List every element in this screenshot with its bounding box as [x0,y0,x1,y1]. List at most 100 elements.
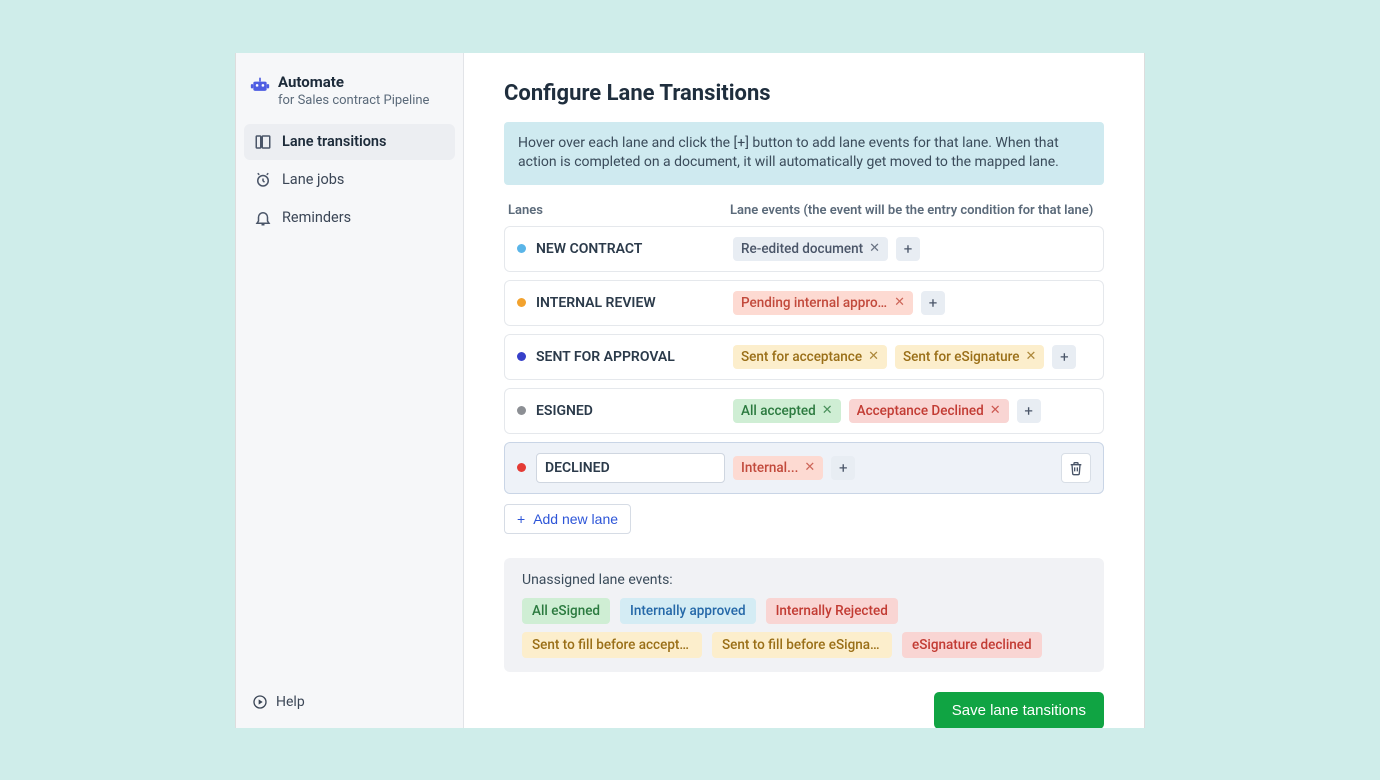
sidebar-item-lane-jobs[interactable]: Lane jobs [244,162,455,198]
lane-name: INTERNAL REVIEW [536,291,725,315]
remove-chip-icon[interactable]: ✕ [804,460,815,475]
unassigned-event-chip[interactable]: Sent to fill before eSignature [712,632,892,658]
event-chip-label: Sent for eSignature [903,349,1020,365]
lane-name-wrap: ESIGNED [517,399,725,423]
lane-color-dot [517,463,526,472]
event-chip[interactable]: Sent for acceptance ✕ [733,345,887,369]
unassigned-event-chip[interactable]: eSignature declined [902,632,1042,658]
event-chip-label: Acceptance Declined [857,403,984,419]
event-chip[interactable]: All accepted ✕ [733,399,841,423]
help-link[interactable]: Help [244,688,455,716]
lane-row[interactable]: INTERNAL REVIEW Pending internal approval… [504,280,1104,326]
sidebar-item-reminders[interactable]: Reminders [244,200,455,236]
plus-icon: + [517,511,525,527]
add-event-button[interactable]: + [1052,345,1076,369]
lane-row[interactable]: DECLINED Internal... ✕ + [504,442,1104,494]
unassigned-event-label: Internally approved [630,603,746,619]
lane-name: ESIGNED [536,399,725,423]
lane-color-dot [517,352,526,361]
unassigned-event-chip[interactable]: Internally Rejected [766,598,898,624]
lane-color-dot [517,244,526,253]
lane-events: Pending internal approval ✕ + [733,291,1091,315]
lane-row[interactable]: NEW CONTRACT Re-edited document ✕ + [504,226,1104,272]
add-lane-label: Add new lane [533,511,618,527]
event-chip[interactable]: Pending internal approval ✕ [733,291,913,315]
add-event-button[interactable]: + [921,291,945,315]
unassigned-event-chip[interactable]: Internally approved [620,598,756,624]
lane-name: NEW CONTRACT [536,237,725,261]
unassigned-chip-list: All eSigned Internally approved Internally… [522,598,1086,658]
lane-color-dot [517,298,526,307]
sidebar-item-label: Lane transitions [282,133,386,150]
lane-color-dot [517,406,526,415]
delete-lane-button[interactable] [1061,453,1091,483]
add-event-button[interactable]: + [831,456,855,480]
col-header-lanes: Lanes [508,203,730,218]
unassigned-event-label: All eSigned [532,603,600,619]
brand-subtitle: for Sales contract Pipeline [278,93,429,108]
remove-chip-icon[interactable]: ✕ [822,403,833,418]
remove-chip-icon[interactable]: ✕ [1025,349,1036,364]
col-header-events: Lane events (the event will be the entry… [730,203,1100,218]
event-chip[interactable]: Sent for eSignature ✕ [895,345,1044,369]
unassigned-title: Unassigned lane events: [522,572,1086,588]
lane-name: SENT FOR APPROVAL [536,345,725,369]
lane-name[interactable]: DECLINED [536,453,725,483]
brand-text: Automate for Sales contract Pipeline [278,73,429,108]
lanes-list: NEW CONTRACTRe-edited document✕+INTERNAL… [504,226,1104,494]
event-chip-label: Re-edited document [741,241,863,257]
event-chip-label: Sent for acceptance [741,349,862,365]
brand-title: Automate [278,73,429,91]
trash-icon [1068,460,1084,476]
unassigned-event-chip[interactable]: Sent to fill before acceptance [522,632,702,658]
remove-chip-icon[interactable]: ✕ [990,403,1001,418]
save-button[interactable]: Save lane tansitions [934,692,1104,728]
unassigned-event-chip[interactable]: All eSigned [522,598,610,624]
sidebar: Automate for Sales contract Pipeline Lan… [236,53,464,728]
robot-icon [250,75,270,95]
footer-actions: Save lane tansitions [504,672,1104,728]
lane-name-wrap: NEW CONTRACT [517,237,725,261]
remove-chip-icon[interactable]: ✕ [869,241,880,256]
lane-events: Internal... ✕ + [733,456,1053,480]
bell-icon [254,209,272,227]
event-chip-label: Internal... [741,460,798,476]
add-lane-button[interactable]: + Add new lane [504,504,631,534]
add-event-button[interactable]: + [1017,399,1041,423]
help-label: Help [276,694,305,710]
lanes-icon [254,133,272,151]
play-circle-icon [252,694,268,710]
event-chip[interactable]: Internal... ✕ [733,456,823,480]
lane-name-wrap: SENT FOR APPROVAL [517,345,725,369]
event-chip-label: Pending internal approval [741,295,888,311]
sidebar-item-lane-transitions[interactable]: Lane transitions [244,124,455,160]
lane-name-wrap: INTERNAL REVIEW [517,291,725,315]
event-chip[interactable]: Re-edited document ✕ [733,237,888,261]
add-event-button[interactable]: + [896,237,920,261]
unassigned-event-label: Internally Rejected [776,603,888,619]
unassigned-event-label: eSignature declined [912,637,1032,653]
lane-row[interactable]: SENT FOR APPROVALSent for acceptance✕Sen… [504,334,1104,380]
main-panel: Configure Lane Transitions Hover over ea… [464,53,1144,728]
lane-row[interactable]: ESIGNED All accepted ✕ Acceptance Declined ✕… [504,388,1104,434]
unassigned-panel: Unassigned lane events: All eSigned Inter… [504,558,1104,672]
sidebar-nav: Lane transitions Lane jobs Reminders [244,124,455,236]
unassigned-event-label: Sent to fill before acceptance [532,637,692,653]
clock-icon [254,171,272,189]
lane-name-wrap: DECLINED [517,453,725,483]
sidebar-item-label: Lane jobs [282,171,344,188]
column-headers: Lanes Lane events (the event will be the… [504,203,1104,218]
sidebar-item-label: Reminders [282,209,351,226]
unassigned-event-label: Sent to fill before eSignature [722,637,882,653]
lane-events: Re-edited document ✕ + [733,237,1091,261]
lane-events: Sent for acceptance ✕ Sent for eSignature ✕… [733,345,1091,369]
brand: Automate for Sales contract Pipeline [244,73,455,124]
remove-chip-icon[interactable]: ✕ [894,295,905,310]
info-banner: Hover over each lane and click the [+] b… [504,122,1104,185]
event-chip[interactable]: Acceptance Declined ✕ [849,399,1009,423]
event-chip-label: All accepted [741,403,816,419]
page-title: Configure Lane Transitions [504,81,1104,106]
remove-chip-icon[interactable]: ✕ [868,349,879,364]
app-window: Automate for Sales contract Pipeline Lan… [235,53,1145,728]
lane-events: All accepted ✕ Acceptance Declined ✕ + [733,399,1091,423]
